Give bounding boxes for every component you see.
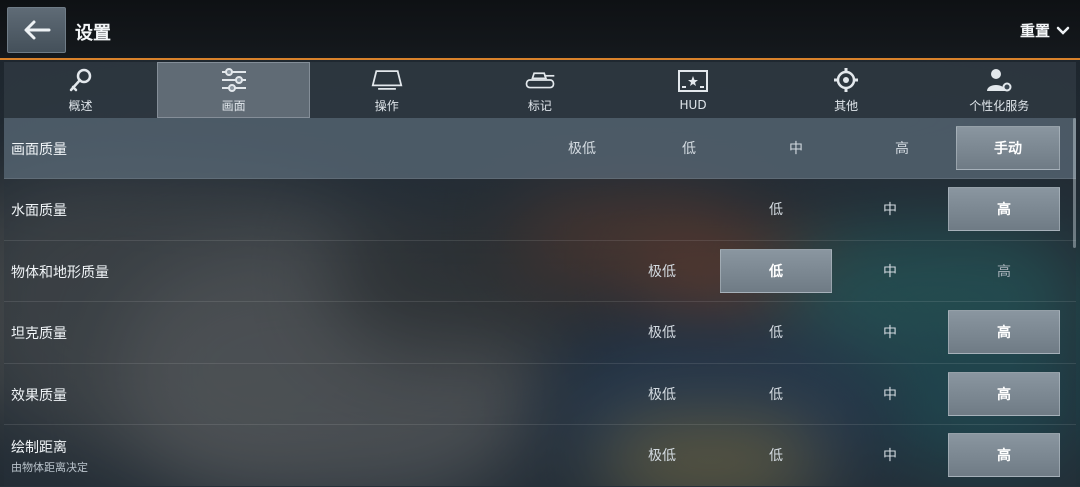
tab-label: 画面: [221, 98, 246, 113]
setting-row-effects-quality: 效果质量 极低 低 中 高: [4, 363, 1076, 425]
tab-overview[interactable]: 概述: [4, 62, 157, 118]
setting-label: 效果质量: [11, 387, 67, 404]
option-medium[interactable]: 中: [834, 433, 946, 477]
setting-label: 物体和地形质量: [11, 264, 109, 281]
tab-label: 概述: [68, 98, 93, 113]
option-low[interactable]: 低: [720, 310, 832, 354]
option-medium[interactable]: 中: [740, 126, 852, 170]
option-low[interactable]: 低: [720, 372, 832, 416]
option-high[interactable]: 高: [948, 310, 1060, 354]
option-manual[interactable]: 手动: [956, 126, 1060, 170]
user-gear-icon: [987, 68, 1012, 91]
tab-markers[interactable]: 标记: [463, 62, 616, 118]
tab-label: 其他: [834, 98, 859, 113]
back-button[interactable]: [7, 7, 66, 53]
tab-label: 个性化服务: [969, 98, 1030, 113]
top-bar: 设置 重置: [0, 0, 1080, 60]
option-low[interactable]: 低: [720, 248, 832, 293]
option-medium[interactable]: 中: [834, 310, 946, 354]
arrow-left-icon: [24, 20, 50, 40]
option-very-low[interactable]: 极低: [526, 126, 638, 170]
option-very-low[interactable]: 极低: [606, 310, 718, 354]
tab-label: 操作: [374, 98, 399, 113]
setting-row-draw-distance: 绘制距离 由物体距离决定 极低 低 中 高: [4, 425, 1076, 487]
tab-bar: 概述 画面 操作 标记 HUD 其他 个性化服务: [4, 62, 1076, 118]
option-high[interactable]: 高: [948, 371, 1060, 416]
tab-controls[interactable]: 操作: [310, 62, 463, 118]
option-very-low[interactable]: 极低: [606, 249, 718, 293]
option-high[interactable]: 高: [948, 433, 1060, 477]
tab-graphics[interactable]: 画面: [157, 62, 311, 118]
key-icon: [69, 68, 91, 91]
option-medium[interactable]: 中: [834, 372, 946, 416]
setting-label: 绘制距离: [11, 440, 67, 456]
option-low[interactable]: 低: [720, 433, 832, 477]
page-title: 设置: [75, 23, 111, 44]
tab-other[interactable]: 其他: [770, 62, 923, 118]
option-high[interactable]: 高: [846, 126, 958, 170]
option-medium[interactable]: 中: [834, 187, 946, 231]
controls-icon: [371, 69, 403, 90]
option-low[interactable]: 低: [720, 187, 832, 231]
tab-personalization[interactable]: 个性化服务: [923, 62, 1076, 118]
setting-label: 坦克质量: [11, 326, 67, 342]
setting-label: 水面质量: [11, 203, 67, 219]
setting-row-graphics-quality: 画面质量 极低 低 中 高 手动: [4, 118, 1076, 179]
tab-label: HUD: [679, 98, 707, 112]
scrollbar[interactable]: [1073, 118, 1076, 248]
tank-icon: [525, 71, 555, 88]
setting-row-water-quality: 水面质量 低 中 高: [4, 179, 1076, 241]
setting-row-tank-quality: 坦克质量 极低 低 中 高: [4, 302, 1076, 364]
tab-label: 标记: [527, 98, 552, 113]
reset-dropdown[interactable]: 重置: [1020, 20, 1070, 41]
setting-label: 画面质量: [11, 142, 67, 158]
sliders-icon: [221, 67, 246, 92]
setting-subtitle: 由物体距离决定: [11, 461, 88, 474]
settings-list: 画面质量 极低 低 中 高 手动 水面质量 低 中 高 物体和地形质量 极低 低…: [4, 118, 1076, 487]
setting-row-object-terrain-quality: 物体和地形质量 极低 低 中 高: [4, 240, 1076, 302]
option-medium[interactable]: 中: [834, 249, 946, 293]
tab-hud[interactable]: HUD: [617, 62, 770, 118]
chevron-down-icon: [1056, 26, 1070, 35]
option-high[interactable]: 高: [948, 187, 1060, 231]
hud-icon: [678, 70, 709, 92]
option-very-low[interactable]: 极低: [606, 372, 718, 416]
reset-label: 重置: [1019, 22, 1050, 40]
option-high[interactable]: 高: [948, 249, 1060, 293]
option-low[interactable]: 低: [633, 126, 745, 170]
gear-icon: [834, 67, 859, 92]
option-very-low[interactable]: 极低: [606, 433, 718, 477]
